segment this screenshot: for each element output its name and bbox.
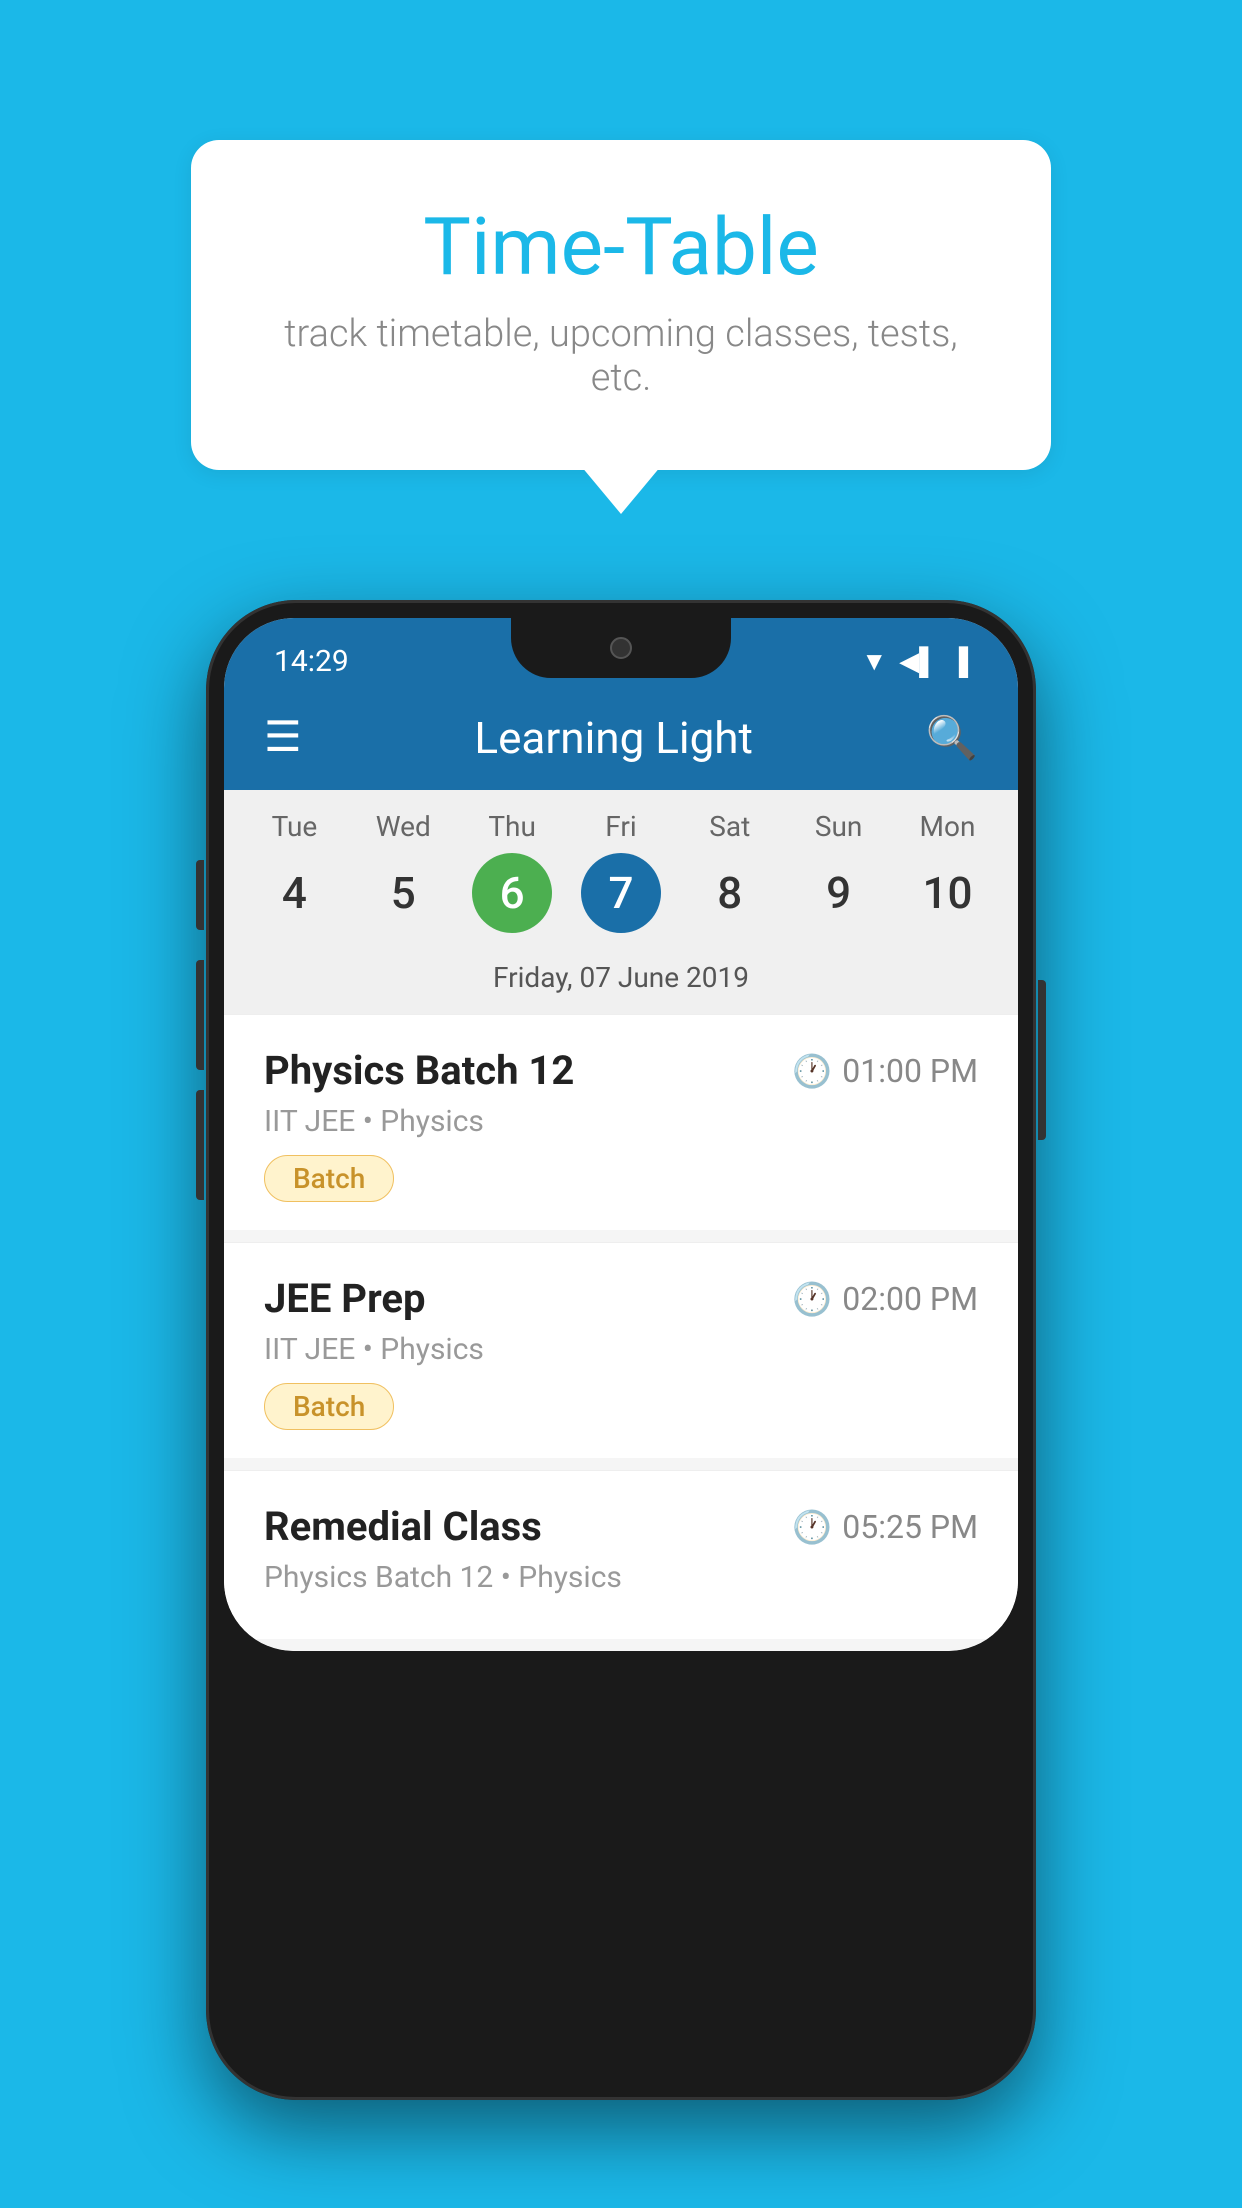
day-number: 10	[907, 853, 987, 933]
clock-icon: 🕐	[792, 1280, 832, 1318]
event-time: 🕐 05:25 PM	[792, 1508, 978, 1546]
day-label: Fri	[605, 810, 636, 843]
phone-mockup: 14:29 ▼ ◀▌ ▐ ☰ Learning Light 🔍 Tue 4 Wed 5…	[206, 600, 1036, 2100]
day-label: Tue	[272, 810, 318, 843]
signal-icon: ◀▌	[899, 646, 937, 677]
day-col-sun[interactable]: Sun 9	[789, 810, 889, 947]
day-col-sat[interactable]: Sat 8	[680, 810, 780, 947]
clock-icon: 🕐	[792, 1508, 832, 1546]
event-card[interactable]: JEE Prep 🕐 02:00 PM IIT JEE • Physics Batch	[224, 1242, 1018, 1458]
event-title: JEE Prep	[264, 1275, 425, 1322]
event-card[interactable]: Remedial Class 🕐 05:25 PM Physics Batch 12…	[224, 1470, 1018, 1639]
calendar-strip: Tue 4 Wed 5 Thu 6 Fri 7 Sat 8 Sun 9 Mon 10 Friday, 07…	[224, 790, 1018, 1014]
day-number: 6	[472, 853, 552, 933]
day-label: Sat	[709, 810, 750, 843]
wifi-icon: ▼	[861, 646, 887, 677]
event-title: Physics Batch 12	[264, 1047, 574, 1094]
event-time: 🕐 02:00 PM	[792, 1280, 978, 1318]
day-label: Sun	[815, 810, 863, 843]
day-number: 5	[363, 853, 443, 933]
batch-badge: Batch	[264, 1155, 394, 1202]
event-time: 🕐 01:00 PM	[792, 1052, 978, 1090]
day-number: 4	[254, 853, 334, 933]
phone-notch	[511, 618, 731, 678]
event-meta: IIT JEE • Physics	[264, 1104, 978, 1139]
day-col-thu[interactable]: Thu 6	[462, 810, 562, 947]
clock-icon: 🕐	[792, 1052, 832, 1090]
side-button-vol-silent	[196, 860, 204, 930]
batch-badge: Batch	[264, 1383, 394, 1430]
side-button-vol-up	[196, 960, 204, 1070]
day-number: 8	[690, 853, 770, 933]
day-number: 7	[581, 853, 661, 933]
search-icon[interactable]: 🔍	[926, 714, 978, 763]
event-title: Remedial Class	[264, 1503, 542, 1550]
day-label: Thu	[488, 810, 536, 843]
tooltip-card: Time-Table track timetable, upcoming cla…	[191, 140, 1051, 470]
event-header: Remedial Class 🕐 05:25 PM	[264, 1503, 978, 1550]
tooltip-subtitle: track timetable, upcoming classes, tests…	[271, 312, 971, 400]
day-label: Mon	[920, 810, 976, 843]
days-row: Tue 4 Wed 5 Thu 6 Fri 7 Sat 8 Sun 9 Mon 10	[224, 810, 1018, 947]
app-title: Learning Light	[474, 712, 753, 764]
app-header: ☰ Learning Light 🔍	[224, 686, 1018, 790]
day-label: Wed	[376, 810, 431, 843]
event-header: JEE Prep 🕐 02:00 PM	[264, 1275, 978, 1322]
tooltip-title: Time-Table	[271, 200, 971, 294]
phone-outer: 14:29 ▼ ◀▌ ▐ ☰ Learning Light 🔍 Tue 4 Wed 5…	[206, 600, 1036, 2100]
event-card[interactable]: Physics Batch 12 🕐 01:00 PM IIT JEE • Phys…	[224, 1014, 1018, 1230]
day-col-mon[interactable]: Mon 10	[897, 810, 997, 947]
event-meta: IIT JEE • Physics	[264, 1332, 978, 1367]
camera	[610, 637, 632, 659]
side-button-power	[1038, 980, 1046, 1140]
hamburger-icon[interactable]: ☰	[264, 717, 302, 759]
inner-screen: 14:29 ▼ ◀▌ ▐ ☰ Learning Light 🔍 Tue 4 Wed 5…	[224, 618, 1018, 1651]
selected-date-label: Friday, 07 June 2019	[224, 947, 1018, 1014]
content-area: Physics Batch 12 🕐 01:00 PM IIT JEE • Phys…	[224, 1014, 1018, 1651]
event-meta: Physics Batch 12 • Physics	[264, 1560, 978, 1595]
status-time: 14:29	[274, 644, 349, 679]
status-icons: ▼ ◀▌ ▐	[861, 646, 968, 677]
battery-icon: ▐	[950, 646, 968, 677]
day-number: 9	[799, 853, 879, 933]
side-button-vol-down	[196, 1090, 204, 1200]
day-col-tue[interactable]: Tue 4	[244, 810, 344, 947]
day-col-fri[interactable]: Fri 7	[571, 810, 671, 947]
day-col-wed[interactable]: Wed 5	[353, 810, 453, 947]
event-header: Physics Batch 12 🕐 01:00 PM	[264, 1047, 978, 1094]
